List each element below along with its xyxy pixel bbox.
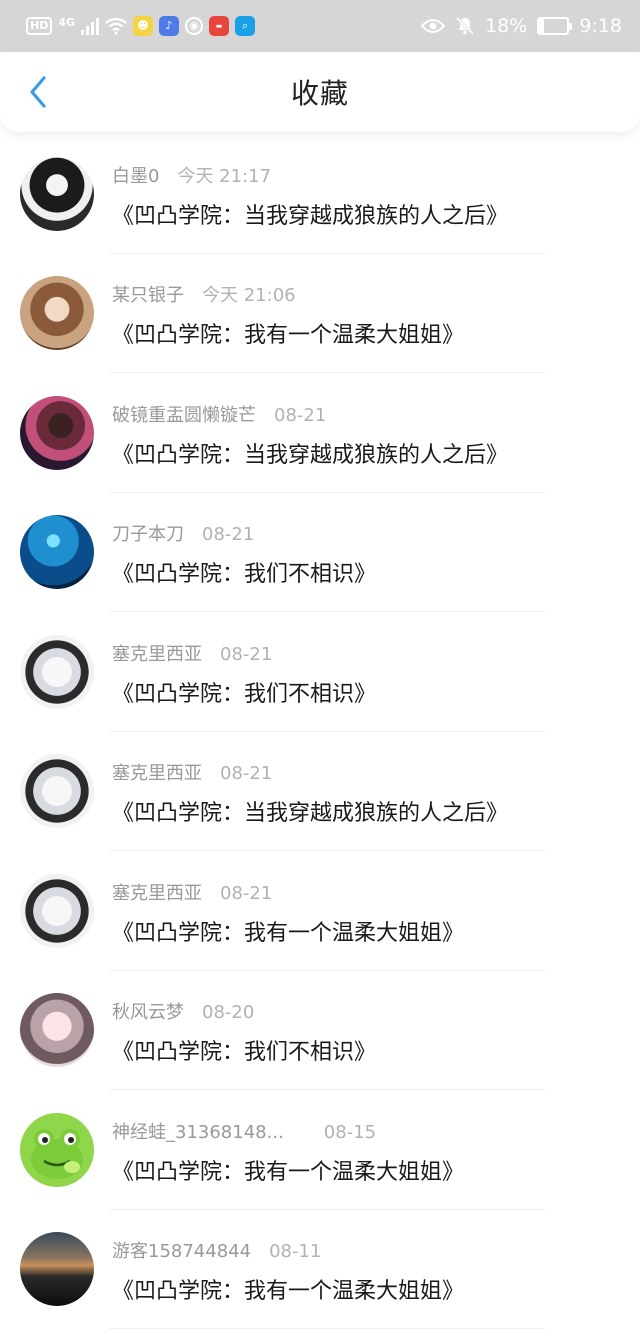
work-title: 《凹凸学院：我有一个温柔大姐姐》 xyxy=(112,323,465,349)
avatar xyxy=(20,395,94,470)
timestamp: 今天 21:17 xyxy=(177,165,272,187)
list-item[interactable]: 刀子本刀 08-21 《凹凸学院：我们不相识》 xyxy=(0,493,640,613)
item-meta: 某只银子 今天 21:06 xyxy=(112,281,464,307)
avatar xyxy=(20,1232,94,1307)
item-info: 白墨0 今天 21:17 《凹凸学院：当我穿越成狼族的人之后》 xyxy=(112,134,508,254)
timestamp: 08-21 xyxy=(220,882,273,904)
search-app-icon: ⌕ xyxy=(235,16,256,36)
user-name[interactable]: 神经蛙_31368148... xyxy=(112,1118,284,1144)
timestamp: 08-21 xyxy=(220,763,273,785)
item-info: 某只银子 今天 21:06 《凹凸学院：我有一个温柔大姐姐》 xyxy=(112,254,464,374)
item-meta: 塞克里西亚 08-21 xyxy=(112,640,376,666)
list-item[interactable]: 塞克里西亚 08-21 《凹凸学院：我们不相识》 xyxy=(0,612,640,732)
work-title: 《凹凸学院：我有一个温柔大姐姐》 xyxy=(112,920,465,946)
chevron-left-icon xyxy=(30,76,46,108)
user-name[interactable]: 游客158744844 xyxy=(112,1237,251,1263)
music-icon: ♪ xyxy=(159,16,180,36)
item-info: 刀子本刀 08-21 《凹凸学院：我们不相识》 xyxy=(112,493,376,613)
list-item[interactable]: 某只银子 今天 21:06 《凹凸学院：我有一个温柔大姐姐》 xyxy=(0,254,640,374)
work-title: 《凹凸学院：当我穿越成狼族的人之后》 xyxy=(112,442,509,468)
item-meta: 刀子本刀 08-21 xyxy=(112,520,376,546)
back-button[interactable] xyxy=(18,72,58,112)
user-name[interactable]: 塞克里西亚 xyxy=(112,879,202,905)
item-info: 塞克里西亚 08-21 《凹凸学院：我有一个温柔大姐姐》 xyxy=(112,851,464,971)
wifi-icon xyxy=(105,17,127,35)
hd-icon: HD xyxy=(26,17,53,35)
timestamp: 08-21 xyxy=(274,404,327,426)
list-item[interactable]: 秋风云梦 08-20 《凹凸学院：我们不相识》 xyxy=(0,971,640,1091)
app-notification-icon: ☻ xyxy=(133,16,154,36)
item-meta: 塞克里西亚 08-21 xyxy=(112,879,464,905)
work-title: 《凹凸学院：我们不相识》 xyxy=(112,1040,377,1066)
page-title: 收藏 xyxy=(290,77,349,110)
list-item[interactable]: 破镜重盂圆懒镟芒 08-21 《凹凸学院：当我穿越成狼族的人之后》 xyxy=(0,373,640,493)
work-title: 《凹凸学院：我们不相识》 xyxy=(112,562,377,588)
clock: 9:18 xyxy=(579,15,622,37)
battery-percent: 18% xyxy=(485,15,528,37)
mute-bell-icon xyxy=(456,16,475,36)
item-info: 秋风云梦 08-20 《凹凸学院：我们不相识》 xyxy=(112,971,376,1091)
item-info: 塞克里西亚 08-21 《凹凸学院：我们不相识》 xyxy=(112,612,376,732)
nav-header: 收藏 xyxy=(0,52,640,132)
avatar xyxy=(20,873,94,948)
status-bar-left: HD 4G ☻ ♪ ◉ ▬ ⌕ xyxy=(26,15,256,36)
status-bar-right: 18% 9:18 xyxy=(421,15,622,37)
timestamp: 08-15 xyxy=(323,1121,377,1143)
work-title: 《凹凸学院：我有一个温柔大姐姐》 xyxy=(112,1159,465,1185)
avatar xyxy=(20,993,94,1068)
user-name[interactable]: 破镜重盂圆懒镟芒 xyxy=(112,401,256,427)
item-meta: 神经蛙_31368148... 08-15 xyxy=(112,1118,464,1144)
avatar xyxy=(20,156,94,231)
network-type: 4G xyxy=(58,15,76,29)
user-name[interactable]: 某只银子 xyxy=(112,281,184,307)
work-title: 《凹凸学院：当我穿越成狼族的人之后》 xyxy=(112,203,509,229)
item-meta: 塞克里西亚 08-21 xyxy=(112,759,508,785)
list-item[interactable]: 神经蛙_31368148... 08-15 《凹凸学院：我有一个温柔大姐姐》 xyxy=(0,1090,640,1210)
avatar xyxy=(20,1112,94,1187)
list-item[interactable]: 塞克里西亚 08-21 《凹凸学院：当我穿越成狼族的人之后》 xyxy=(0,732,640,852)
user-name[interactable]: 塞克里西亚 xyxy=(112,759,202,785)
avatar xyxy=(20,754,94,829)
avatar xyxy=(20,515,94,590)
list-item[interactable]: 白墨0 今天 21:17 《凹凸学院：当我穿越成狼族的人之后》 xyxy=(0,134,640,254)
item-meta: 游客158744844 08-11 xyxy=(112,1237,464,1263)
list-item[interactable]: 塞克里西亚 08-21 《凹凸学院：我有一个温柔大姐姐》 xyxy=(0,851,640,971)
eye-icon xyxy=(421,19,446,33)
work-title: 《凹凸学院：我们不相识》 xyxy=(112,681,377,707)
frog-icon xyxy=(31,1128,83,1179)
work-title: 《凹凸学院：我有一个温柔大姐姐》 xyxy=(112,1279,465,1305)
camera-icon: ◉ xyxy=(185,17,204,35)
battery-icon xyxy=(537,17,573,35)
user-name[interactable]: 塞克里西亚 xyxy=(112,640,202,666)
signal-icon xyxy=(81,17,100,35)
status-bar: HD 4G ☻ ♪ ◉ ▬ ⌕ 18% 9:18 xyxy=(0,0,640,52)
list-item[interactable]: 游客158744844 08-11 《凹凸学院：我有一个温柔大姐姐》 xyxy=(0,1210,640,1330)
work-title: 《凹凸学院：当我穿越成狼族的人之后》 xyxy=(112,801,509,827)
item-meta: 秋风云梦 08-20 xyxy=(112,998,376,1024)
favorites-list: 白墨0 今天 21:17 《凹凸学院：当我穿越成狼族的人之后》 某只银子 今天 … xyxy=(0,134,640,1329)
timestamp: 08-20 xyxy=(202,1002,255,1024)
timestamp: 今天 21:06 xyxy=(202,285,296,307)
timestamp: 08-21 xyxy=(220,643,273,665)
timestamp: 08-11 xyxy=(269,1241,322,1263)
item-meta: 破镜重盂圆懒镟芒 08-21 xyxy=(112,401,508,427)
huawei-app-icon: ▬ xyxy=(209,16,230,36)
avatar xyxy=(20,276,94,351)
item-info: 塞克里西亚 08-21 《凹凸学院：当我穿越成狼族的人之后》 xyxy=(112,732,508,852)
user-name[interactable]: 白墨0 xyxy=(112,162,159,188)
item-meta: 白墨0 今天 21:17 xyxy=(112,162,508,188)
item-info: 神经蛙_31368148... 08-15 《凹凸学院：我有一个温柔大姐姐》 xyxy=(112,1090,464,1210)
user-name[interactable]: 秋风云梦 xyxy=(112,998,184,1024)
timestamp: 08-21 xyxy=(202,524,255,546)
item-info: 游客158744844 08-11 《凹凸学院：我有一个温柔大姐姐》 xyxy=(112,1210,464,1330)
user-name[interactable]: 刀子本刀 xyxy=(112,520,184,546)
avatar xyxy=(20,634,94,709)
item-info: 破镜重盂圆懒镟芒 08-21 《凹凸学院：当我穿越成狼族的人之后》 xyxy=(112,373,508,493)
